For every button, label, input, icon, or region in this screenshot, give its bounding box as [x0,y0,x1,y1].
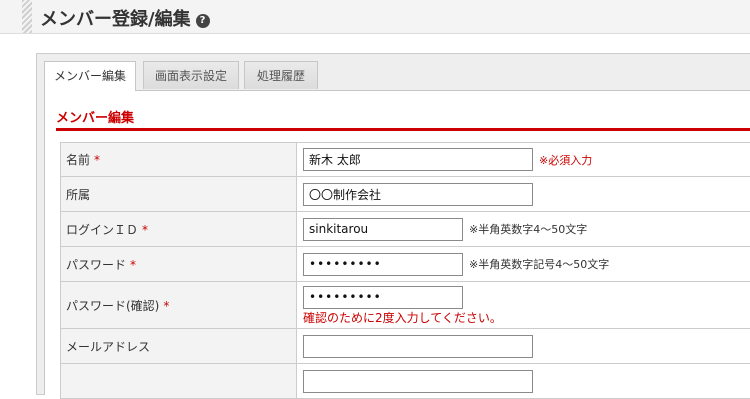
tab-display-settings[interactable]: 画面表示設定 [143,61,239,89]
password-value-cell: ※半角英数字記号4～50文字 [297,247,750,282]
password-label: パスワード [66,258,126,272]
password-input[interactable] [303,253,463,276]
page-title: メンバー登録/編集? [40,5,210,31]
extra-label-cell [61,364,297,399]
name-input[interactable] [303,148,533,171]
header-decoration [22,0,32,33]
form-row-affiliation: 所属 [61,177,750,212]
member-form: 名前* ※必須入力 所属 ログインＩＤ* ※半角英数字4～50 [60,142,750,399]
password-confirm-label-cell: パスワード(確認) * [61,282,297,329]
section-divider [56,128,750,131]
edit-panel: メンバー編集 画面表示設定 処理履歴 メンバー編集 名前 * ※必須入力 所属 [36,53,750,395]
email-label: メールアドレス [66,340,150,354]
password-confirm-label: パスワード(確認) [66,299,159,313]
login-id-value-cell: ※半角英数字4～50文字 [297,212,750,247]
tab-history[interactable]: 処理履歴 [244,61,318,89]
section-title: メンバー編集 [56,107,134,126]
form-row-extra [61,364,750,399]
extra-value-cell [297,364,750,399]
password-confirm-value-cell: 確認のために2度入力してください。 [297,282,750,329]
form-row-password: パスワード * ※半角英数字記号4～50文字 [61,247,750,282]
login-id-label-cell: ログインＩＤ * [61,212,297,247]
password-hint: ※半角英数字記号4～50文字 [469,258,609,271]
password-confirm-input[interactable] [303,286,463,309]
email-label-cell: メールアドレス [61,329,297,364]
tab-member-edit[interactable]: メンバー編集 [44,61,136,91]
page-header: メンバー登録/編集? [0,0,750,34]
tab-content: メンバー編集 名前* ※必須入力 所属 ログ [44,90,750,395]
page-title-text: メンバー登録/編集 [40,9,191,30]
form-row-name: 名前 * ※必須入力 [61,143,750,177]
required-mark: * [163,299,169,313]
extra-input[interactable] [303,370,533,393]
email-input[interactable] [303,335,533,358]
login-id-input[interactable] [303,218,463,241]
affiliation-label: 所属 [66,188,90,202]
name-value-cell: ※必須入力 [297,143,750,177]
email-value-cell [297,329,750,364]
form-row-email: メールアドレス [61,329,750,364]
affiliation-label-cell: 所属 [61,177,297,212]
question-circle-icon[interactable]: ? [196,14,210,28]
login-id-hint: ※半角英数字4～50文字 [469,223,587,236]
password-confirm-note: 確認のために2度入力してください。 [303,311,750,325]
login-id-label: ログインＩＤ [66,223,138,237]
required-mark: * [94,153,100,167]
name-required-hint: ※必須入力 [539,154,592,167]
form-row-password-confirm: パスワード(確認) * 確認のために2度入力してください。 [61,282,750,329]
affiliation-value-cell [297,177,750,212]
affiliation-input[interactable] [303,183,533,206]
form-row-login-id: ログインＩＤ * ※半角英数字4～50文字 [61,212,750,247]
name-label: 名前 [66,153,90,167]
required-mark: * [142,223,148,237]
required-mark: * [130,258,136,272]
name-label-cell: 名前 * [61,143,297,177]
password-label-cell: パスワード * [61,247,297,282]
